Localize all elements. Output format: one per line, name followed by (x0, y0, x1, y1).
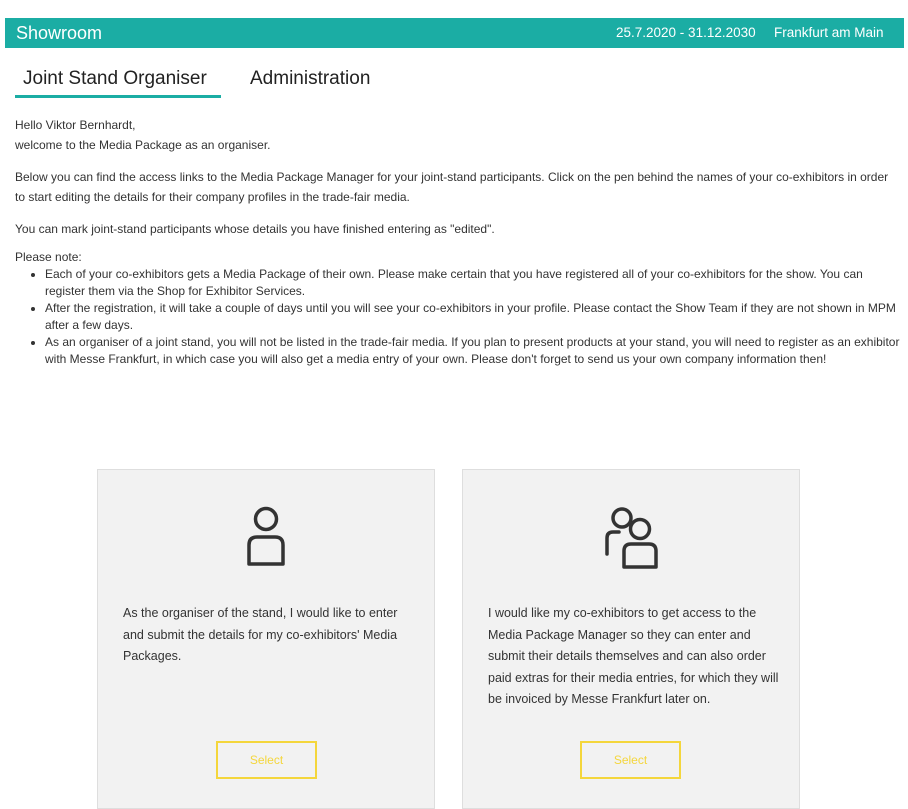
select-co-exhibitor-option-button[interactable]: Select (580, 741, 681, 779)
option-description: As the organiser of the stand, I would l… (123, 606, 398, 663)
option-description: I would like my co-exhibitors to get acc… (488, 606, 779, 706)
event-dates: 25.7.2020 - 31.12.2030 (616, 25, 756, 40)
note-heading: Please note: (15, 250, 82, 264)
single-user-icon (98, 504, 434, 576)
tab-administration[interactable]: Administration (250, 66, 370, 92)
note-item: As an organiser of a joint stand, you wi… (45, 334, 900, 368)
note-item: After the registration, it will take a c… (45, 300, 900, 334)
multiple-users-icon (463, 504, 799, 576)
tab-bar: Joint Stand Organiser Administration (15, 66, 615, 100)
active-tab-indicator (15, 95, 221, 98)
intro-text: Hello Viktor Bernhardt, welcome to the M… (15, 115, 900, 368)
note-item: Each of your co-exhibitors gets a Media … (45, 266, 900, 300)
brand-title[interactable]: Showroom (16, 23, 102, 43)
notes-list: Each of your co-exhibitors gets a Media … (15, 266, 900, 368)
option-card-co-exhibitors-enter: I would like my co-exhibitors to get acc… (462, 469, 800, 809)
instructions-paragraph: Below you can find the access links to t… (15, 170, 889, 204)
edited-hint-paragraph: You can mark joint-stand participants wh… (15, 222, 495, 236)
tab-joint-stand-organiser[interactable]: Joint Stand Organiser (23, 66, 207, 92)
select-organiser-option-button[interactable]: Select (216, 741, 317, 779)
event-city: Frankfurt am Main (774, 25, 884, 40)
top-header-bar: Showroom 25.7.2020 - 31.12.2030 Frankfur… (5, 18, 904, 48)
greeting: Hello Viktor Bernhardt, (15, 118, 136, 132)
welcome-text: welcome to the Media Package as an organ… (15, 138, 271, 152)
option-card-organiser-enters: As the organiser of the stand, I would l… (97, 469, 435, 809)
